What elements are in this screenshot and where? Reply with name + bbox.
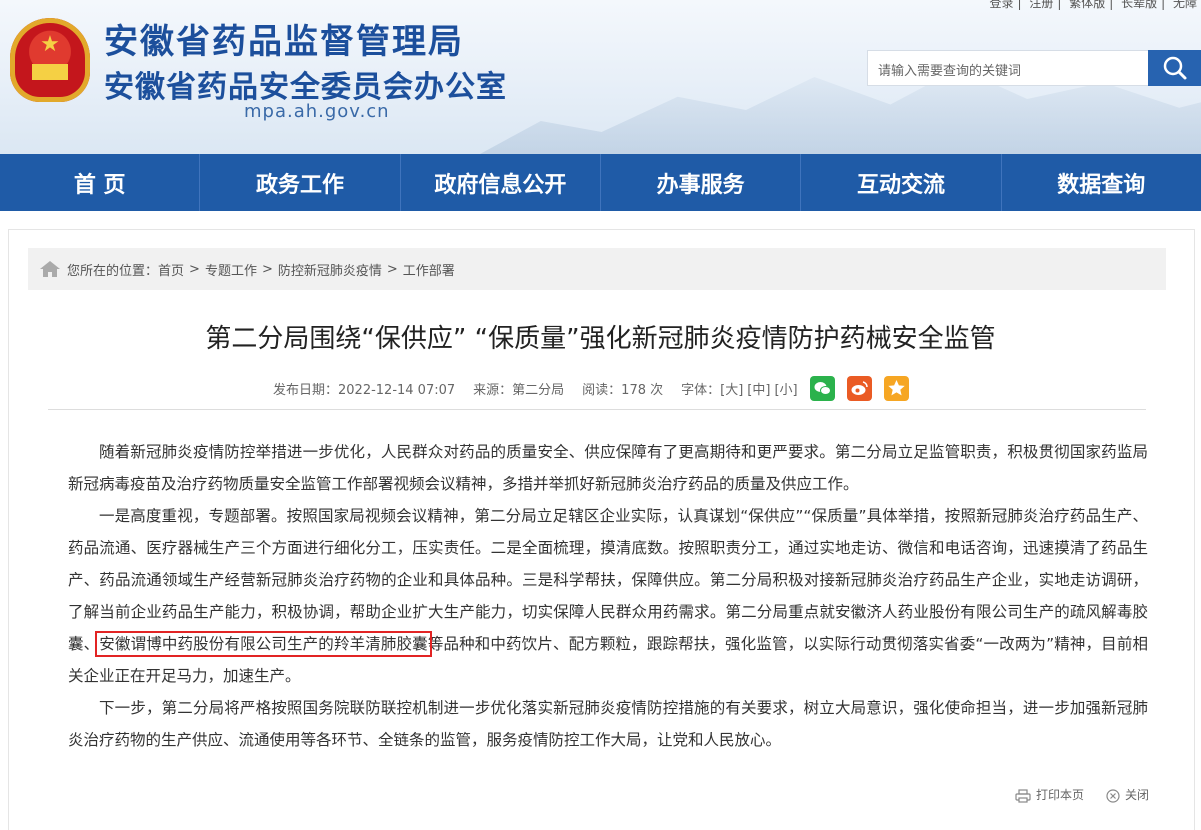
article-paragraph: 下一步，第二分局将严格按照国务院联防联控机制进一步优化落实新冠肺炎疫情防控措施的…	[68, 699, 1148, 749]
breadcrumb-separator: >	[386, 261, 398, 277]
elderly-version-link[interactable]: 长辈版	[1121, 0, 1157, 10]
paragraph-text: 一是高度重视，专题部署。按照国家局视频会议精神，第二分局立足辖区企业实际，认真谋…	[68, 507, 1148, 653]
main-nav: 首 页 政务工作 政府信息公开 办事服务 互动交流 数据查询	[0, 154, 1201, 211]
close-icon	[1106, 788, 1120, 803]
highlighted-text: 安徽谓博中药股份有限公司生产的羚羊清肺胶囊	[95, 631, 432, 657]
article-paragraph: 随着新冠肺炎疫情防控举措进一步优化，人民群众对药品的质量安全、供应保障有了更高期…	[68, 443, 1148, 493]
publish-date: 发布日期：2022-12-14 07:07	[273, 383, 456, 398]
traditional-chinese-link[interactable]: 繁体版	[1069, 0, 1105, 10]
print-button[interactable]: 打印本页	[1015, 786, 1084, 803]
nav-government-affairs[interactable]: 政务工作	[200, 154, 401, 211]
divider	[48, 409, 1146, 410]
site-title: 安徽省药品监督管理局	[104, 22, 464, 62]
wechat-icon	[814, 382, 831, 395]
star-icon	[887, 380, 905, 396]
share-wechat-button[interactable]	[809, 376, 835, 401]
login-link[interactable]: 登录	[989, 0, 1013, 10]
search-icon	[1163, 56, 1187, 80]
breadcrumb: 您所在的位置： 首页 > 专题工作 > 防控新冠肺炎疫情 > 工作部署	[28, 248, 1166, 290]
breadcrumb-item-special-topics[interactable]: 专题工作	[205, 260, 257, 279]
breadcrumb-item-home[interactable]: 首页	[158, 260, 184, 279]
accessibility-link[interactable]: 无障	[1173, 0, 1197, 10]
nav-interaction[interactable]: 互动交流	[801, 154, 1002, 211]
article-body: 随着新冠肺炎疫情防控举措进一步优化，人民群众对药品的质量安全、供应保障有了更高期…	[68, 436, 1148, 756]
site-header: 登录 | 注册 | 繁体版 | 长辈版 | 无障 ★ 安徽省药品监督管理局 安徽省药品安…	[0, 0, 1201, 154]
nav-information-disclosure[interactable]: 政府信息公开	[401, 154, 601, 211]
close-label: 关闭	[1124, 788, 1149, 802]
breadcrumb-item-covid-prevention[interactable]: 防控新冠肺炎疫情	[278, 260, 382, 279]
read-count: 阅读：178 次	[582, 383, 664, 398]
nav-services[interactable]: 办事服务	[601, 154, 802, 211]
breadcrumb-separator: >	[261, 261, 273, 277]
close-button[interactable]: 关闭	[1106, 786, 1149, 803]
article-footer-links: 打印本页 关闭	[1015, 786, 1149, 803]
font-small-button[interactable]: [小]	[774, 379, 797, 398]
register-link[interactable]: 注册	[1029, 0, 1053, 10]
site-domain: mpa.ah.gov.cn	[244, 101, 390, 122]
print-label: 打印本页	[1035, 788, 1084, 802]
search-button[interactable]	[1148, 50, 1201, 86]
favorite-button[interactable]	[883, 376, 909, 401]
font-size-label: 字体：	[681, 383, 721, 398]
printer-icon	[1015, 788, 1031, 803]
article-paragraph: 一是高度重视，专题部署。按照国家局视频会议精神，第二分局立足辖区企业实际，认真谋…	[68, 500, 1148, 692]
article-title: 第二分局围绕“保供应” “保质量”强化新冠肺炎疫情防护药械安全监管	[205, 324, 996, 354]
national-emblem-logo: ★	[10, 18, 90, 102]
site-subtitle: 安徽省药品安全委员会办公室	[104, 70, 507, 105]
nav-data-query[interactable]: 数据查询	[1002, 154, 1201, 211]
weibo-icon	[851, 381, 868, 395]
breadcrumb-prefix: 您所在的位置：	[67, 263, 159, 279]
top-links: 登录 | 注册 | 繁体版 | 长辈版 | 无障	[985, 0, 1201, 11]
breadcrumb-separator: >	[189, 261, 200, 277]
breadcrumb-item-work-deployment[interactable]: 工作部署	[403, 260, 455, 279]
home-icon	[40, 261, 60, 277]
article-meta: 发布日期：2022-12-14 07:07 来源：第二分局 阅读：178 次 字…	[273, 376, 909, 401]
search-input[interactable]: 请输入需要查询的关键词	[867, 50, 1149, 86]
share-weibo-button[interactable]	[846, 376, 872, 401]
font-medium-button[interactable]: [中]	[747, 379, 770, 398]
nav-home[interactable]: 首 页	[0, 154, 201, 211]
font-large-button[interactable]: [大]	[720, 379, 743, 398]
article-source: 来源：第二分局	[473, 383, 565, 398]
